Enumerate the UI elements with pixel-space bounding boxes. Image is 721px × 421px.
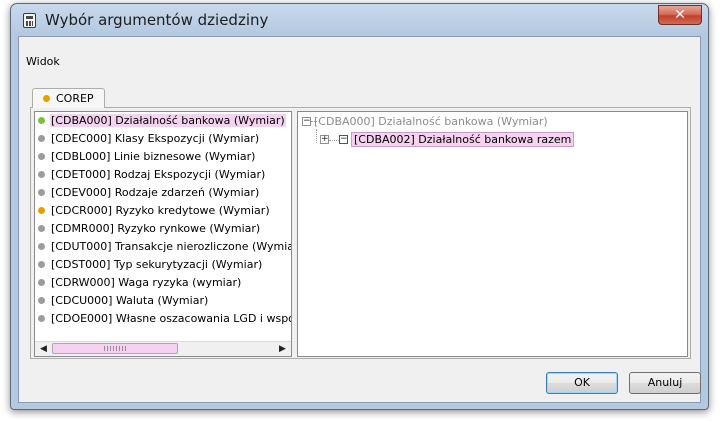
title-bar[interactable]: Wybór argumentów dziedziny ✕ [11,4,708,36]
list-item[interactable]: [CDMR000] Ryzyko rynkowe (Wymiar) [35,220,291,238]
status-dot-icon [38,206,45,214]
status-dot-icon [43,94,50,102]
list-item-label: [CDMR000] Ryzyko rynkowe (Wymiar) [51,222,261,235]
calculator-icon [23,13,36,28]
list-item[interactable]: [CDEC000] Klasy Ekspozycji (Wymiar) [35,130,291,148]
tab-corep[interactable]: COREP [32,88,105,108]
list-item-label: [CDCR000] Ryzyko kredytowe (Wymiar) [51,204,270,217]
status-dot-icon [38,242,45,250]
window-title: Wybór argumentów dziedziny [45,11,269,29]
dimension-list-items: [CDBA000] Działalność bankowa (Wymiar) [C… [35,112,291,328]
status-dot-icon [38,170,45,178]
list-item[interactable]: [CDET000] Rodzaj Ekspozycji (Wymiar) [35,166,291,184]
status-dot-icon [38,152,45,160]
expand-icon[interactable]: + [320,134,329,144]
list-item[interactable]: [CDRW000] Waga ryzyka (wymiar) [35,274,291,292]
tab-label: COREP [56,92,94,105]
scroll-left-arrow-icon[interactable]: ◀ [36,342,51,356]
status-dot-icon [38,224,45,232]
list-item[interactable]: [CDCU000] Waluta (Wymiar) [35,292,291,310]
list-item-label: [CDET000] Rodzaj Ekspozycji (Wymiar) [51,168,266,181]
dialog-window: Wybór argumentów dziedziny ✕ Widok COREP… [10,3,709,410]
list-item[interactable]: [CDUT000] Transakcje nierozliczone (Wymi… [35,238,291,256]
status-dot-icon [38,188,45,196]
cancel-button[interactable]: Anuluj [629,372,701,394]
list-item-label: [CDOE000] Własne oszacowania LGD i współ… [51,312,291,325]
close-icon: ✕ [674,7,686,23]
status-dot-icon [38,260,45,268]
tree-child-label: [CDBA002] Działalność bankowa razem [351,132,575,147]
list-item[interactable]: [CDEV000] Rodzaje zdarzeń (Wymiar) [35,184,291,202]
status-dot-icon [38,134,45,142]
list-item-label: [CDUT000] Transakcje nierozliczone (Wymi… [51,240,291,253]
horizontal-scrollbar[interactable]: ◀ ▶ [35,341,291,356]
view-label: Widok [26,55,60,68]
list-item-label: [CDCU000] Waluta (Wymiar) [51,294,209,307]
list-item-label: [CDBL000] Linie biznesowe (Wymiar) [51,150,256,163]
tree-child-node[interactable]: + − [CDBA002] Działalność bankowa razem [320,132,575,148]
status-dot-icon [38,314,45,322]
list-item[interactable]: [CDBL000] Linie biznesowe (Wymiar) [35,148,291,166]
tree-connector [316,129,317,143]
collapse-icon[interactable]: − [302,116,311,126]
scroll-thumb[interactable] [52,343,178,354]
list-item-label: [CDEV000] Rodzaje zdarzeń (Wymiar) [51,186,260,199]
list-item[interactable]: [CDOE000] Własne oszacowania LGD i współ… [35,310,291,328]
close-button[interactable]: ✕ [658,5,702,25]
tree-root-label: [CDBA000] Działalność bankowa (Wymiar) [314,115,548,128]
list-item-label: [CDEC000] Klasy Ekspozycji (Wymiar) [51,132,260,145]
ok-button[interactable]: OK [546,372,618,394]
tab-panel: [CDBA000] Działalność bankowa (Wymiar) [C… [30,107,691,359]
list-item-label: [CDBA000] Działalność bankowa (Wymiar) [50,114,286,127]
list-item[interactable]: [CDST000] Typ sekurytyzacji (Wymiar) [35,256,291,274]
list-item[interactable]: [CDBA000] Działalność bankowa (Wymiar) [35,112,291,130]
tree-root-node[interactable]: − [CDBA000] Działalność bankowa (Wymiar) [302,114,548,130]
list-item-label: [CDRW000] Waga ryzyka (wymiar) [51,276,242,289]
dialog-body: Widok COREP [CDBA000] Działalność bankow… [18,36,701,403]
dimension-list: [CDBA000] Działalność bankowa (Wymiar) [C… [34,111,292,357]
status-dot-icon [38,116,45,124]
status-dot-icon [38,296,45,304]
list-item-label: [CDST000] Typ sekurytyzacji (Wymiar) [51,258,263,271]
list-item[interactable]: [CDCR000] Ryzyko kredytowe (Wymiar) [35,202,291,220]
checkbox-partial-icon[interactable]: − [339,134,348,144]
tree-view: − [CDBA000] Działalność bankowa (Wymiar) … [297,111,688,357]
status-dot-icon [38,278,45,286]
grip-icon [104,346,126,351]
scroll-right-arrow-icon[interactable]: ▶ [275,342,290,356]
